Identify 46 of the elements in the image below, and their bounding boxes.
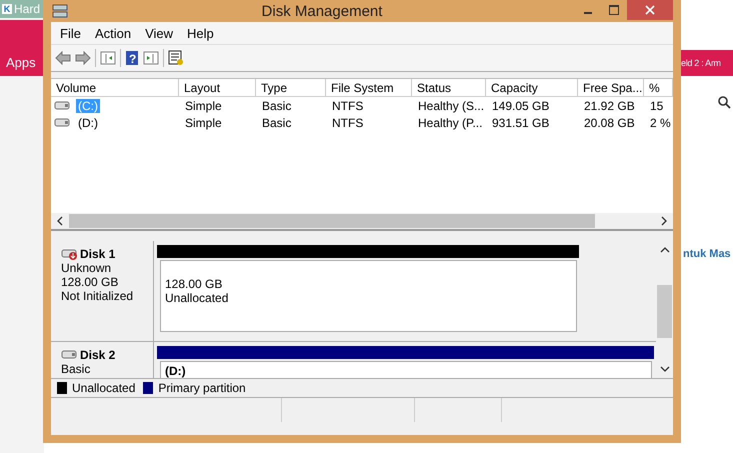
article-link[interactable]: ntuk Mas <box>683 248 731 260</box>
help-icon[interactable]: ? <box>125 50 139 66</box>
apps-label[interactable]: Apps <box>6 55 36 70</box>
drive-label[interactable]: (D:) <box>76 116 100 130</box>
table-cell-text: NTFS <box>331 98 364 114</box>
table-cell-text: Healthy (S... <box>417 98 486 114</box>
disk-name: Disk 1 <box>80 247 116 261</box>
table-cell-text: 931.51 GB <box>491 114 550 131</box>
column-header[interactable]: Capacity <box>486 79 578 97</box>
column-header[interactable]: Layout <box>179 79 256 97</box>
table-cell-text: 2 % <box>649 114 672 131</box>
column-header[interactable]: % <box>644 79 673 97</box>
window-title: Disk Management <box>260 2 384 20</box>
partition-text: 128.00 GB <box>165 277 224 291</box>
table-cell-text: NTFS <box>331 114 364 131</box>
menu-item[interactable]: Action <box>88 26 138 40</box>
table-cell-text: 20.08 GB <box>583 114 636 131</box>
table-cell-text: Simple <box>184 98 223 114</box>
disk-name: Disk 2 <box>80 348 116 362</box>
disk-detail: Unknown <box>61 261 112 275</box>
disk-detail: Not Initialized <box>61 289 134 303</box>
table-cell-text: Basic <box>261 98 292 114</box>
table-cell-text: Basic <box>261 114 292 131</box>
menu-item[interactable]: Help <box>180 26 221 40</box>
table-cell-text: Healthy (P... <box>417 114 484 131</box>
partition-box[interactable]: (D:) <box>160 361 652 378</box>
disk-detail: Basic <box>61 362 92 376</box>
partition-text: Unallocated <box>165 291 230 305</box>
legend-label: Primary partition <box>158 381 246 395</box>
column-header[interactable]: Volume <box>51 79 179 97</box>
legend-label: Unallocated <box>72 381 136 395</box>
column-header[interactable]: Free Spa... <box>578 79 644 97</box>
table-cell-text: 149.05 GB <box>491 98 550 114</box>
browser-tab[interactable]: K Hard <box>0 0 44 18</box>
table-cell-text: Simple <box>184 114 223 131</box>
disk-detail: 128.00 GB <box>61 275 120 289</box>
banner-text: eld 2 : Arm <box>681 50 733 76</box>
partition-box[interactable]: 128.00 GB Unallocated <box>160 260 578 332</box>
column-header[interactable]: Type <box>256 79 326 97</box>
partition-text: (D:) <box>165 364 187 378</box>
column-header[interactable]: File System <box>326 79 412 97</box>
table-cell-text: 21.92 GB <box>583 98 636 114</box>
menu-item[interactable]: File <box>53 26 88 40</box>
column-header[interactable]: Status <box>412 79 486 97</box>
menu-item[interactable]: View <box>138 26 180 40</box>
table-cell-text: 15 <box>649 98 664 114</box>
